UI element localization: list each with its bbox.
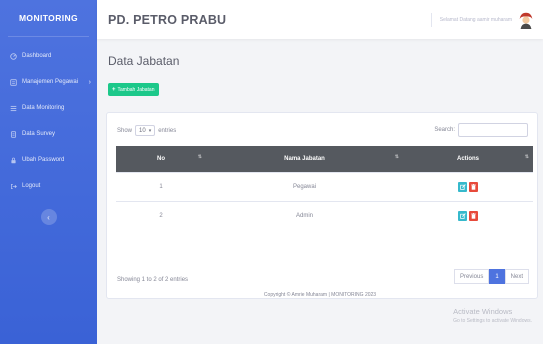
column-header-label: Nama Jabatan bbox=[284, 155, 325, 162]
activation-title: Activate Windows bbox=[453, 307, 513, 316]
sidebar-item-label: Ubah Password bbox=[22, 157, 65, 163]
windows-activation-watermark: Activate Windows Go to Settings to activ… bbox=[453, 307, 532, 324]
search-label: Search: bbox=[434, 127, 455, 133]
column-header-actions[interactable]: Actions ⇅ bbox=[403, 146, 533, 172]
user-greeting[interactable]: Selamat Datang aamir muharam bbox=[430, 12, 512, 27]
entries-label: entries bbox=[158, 127, 177, 134]
sidebar-item-ubah-password[interactable]: Ubah Password bbox=[0, 147, 97, 173]
delete-button[interactable] bbox=[469, 210, 478, 221]
sidebar-item-dashboard[interactable]: Dashboard bbox=[0, 43, 97, 69]
add-jabatan-button[interactable]: + Tambah Jabatan bbox=[108, 83, 159, 96]
footer-copyright: Copyright © Amrie Muharam | MONITORING 2… bbox=[263, 292, 377, 298]
page-length-value: 10 bbox=[139, 127, 146, 134]
table-row: 1 Pegawai bbox=[116, 171, 533, 201]
cell-actions bbox=[403, 200, 533, 230]
select-arrow-icon: ▾ bbox=[148, 127, 152, 134]
sidebar-item-data-survey[interactable]: Data Survey bbox=[0, 121, 97, 147]
cell-no: 2 bbox=[116, 200, 206, 230]
activation-subtitle: Go to Settings to activate Windows. bbox=[453, 318, 532, 324]
main-content: Data Jabatan + Tambah Jabatan Show 10 ▾ … bbox=[97, 39, 543, 344]
edit-icon bbox=[459, 183, 466, 190]
pagination: Previous 1 Next bbox=[453, 269, 529, 284]
sidebar-toggle-button[interactable]: ‹ bbox=[40, 209, 57, 225]
sidebar-item-label: Data Survey bbox=[22, 131, 56, 137]
sidebar-item-logout[interactable]: Logout bbox=[0, 173, 97, 199]
sidebar-item-manajemen-pegawai[interactable]: Manajemen Pegawai › bbox=[0, 69, 97, 95]
company-name: PD. PETRO PRABU bbox=[108, 12, 227, 27]
users-icon bbox=[9, 78, 18, 87]
cell-nama-jabatan: Pegawai bbox=[206, 171, 403, 201]
column-header-nama-jabatan[interactable]: Nama Jabatan ⇅ bbox=[206, 146, 403, 172]
next-button[interactable]: Next bbox=[504, 269, 529, 284]
sidebar-item-label: Manajemen Pegawai bbox=[22, 79, 79, 85]
sidebar-item-data-monitoring[interactable]: Data Monitoring bbox=[0, 95, 97, 121]
logout-icon bbox=[9, 182, 18, 191]
chevron-right-icon: › bbox=[88, 78, 91, 86]
plus-icon: + bbox=[112, 86, 116, 93]
lock-icon bbox=[9, 156, 18, 165]
trash-icon bbox=[471, 183, 476, 190]
search-control: Search: bbox=[434, 123, 528, 137]
sidebar-item-label: Logout bbox=[22, 183, 41, 189]
cell-actions bbox=[403, 171, 533, 201]
jabatan-table: No ⇅ Nama Jabatan ⇅ Actions ⇅ 1 Pegawai … bbox=[116, 146, 533, 230]
trash-icon bbox=[471, 212, 476, 219]
edit-button[interactable] bbox=[458, 210, 467, 221]
column-header-no[interactable]: No ⇅ bbox=[116, 146, 206, 172]
survey-icon bbox=[9, 130, 18, 139]
chevron-left-icon: ‹ bbox=[47, 212, 50, 222]
sidebar-item-label: Dashboard bbox=[22, 53, 52, 59]
sidebar: MONITORING Dashboard Manajemen Pegawai ›… bbox=[0, 0, 97, 344]
page-title: Data Jabatan bbox=[108, 54, 180, 68]
table-info: Showing 1 to 2 of 2 entries bbox=[117, 277, 189, 283]
page-length-control: Show 10 ▾ entries bbox=[117, 125, 176, 136]
list-icon bbox=[9, 104, 18, 113]
data-card: Show 10 ▾ entries Search: No ⇅ Nama Jaba… bbox=[106, 112, 538, 299]
cell-no: 1 bbox=[116, 171, 206, 201]
page-length-select[interactable]: 10 ▾ bbox=[135, 125, 156, 136]
add-jabatan-label: Tambah Jabatan bbox=[117, 86, 155, 93]
delete-button[interactable] bbox=[469, 181, 478, 192]
cell-nama-jabatan: Admin bbox=[206, 200, 403, 230]
edit-icon bbox=[459, 213, 466, 219]
sidebar-item-label: Data Monitoring bbox=[22, 105, 65, 111]
column-header-label: Actions bbox=[456, 155, 479, 162]
page-button-current[interactable]: 1 bbox=[489, 269, 505, 284]
search-input[interactable] bbox=[458, 123, 528, 137]
edit-button[interactable] bbox=[458, 181, 467, 192]
avatar[interactable] bbox=[517, 10, 535, 29]
sort-icon: ⇅ bbox=[394, 154, 399, 160]
previous-button[interactable]: Previous bbox=[453, 269, 490, 284]
dashboard-icon bbox=[9, 52, 18, 61]
column-header-label: No bbox=[157, 155, 165, 162]
topbar: PD. PETRO PRABU Selamat Datang aamir muh… bbox=[97, 0, 543, 39]
sort-icon: ⇅ bbox=[524, 154, 529, 160]
sidebar-brand[interactable]: MONITORING bbox=[0, 0, 97, 36]
show-label: Show bbox=[117, 127, 133, 134]
sort-icon: ⇅ bbox=[197, 154, 202, 160]
table-row: 2 Admin bbox=[116, 200, 533, 230]
